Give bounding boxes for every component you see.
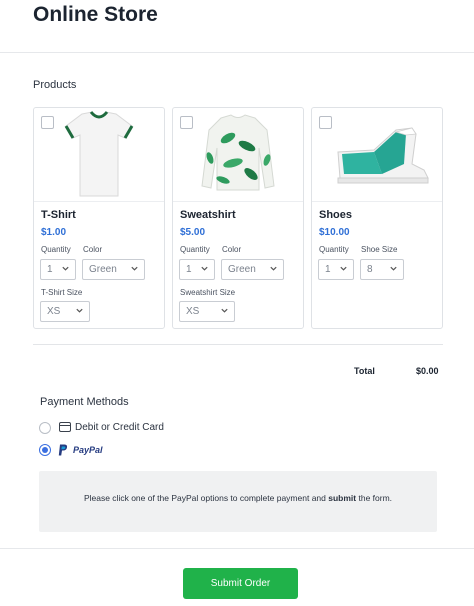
card-payment-radio[interactable] (39, 422, 51, 434)
page-header: Online Store (0, 0, 474, 53)
submit-order-button[interactable]: Submit Order (183, 568, 298, 599)
paypal-logo-icon (58, 444, 68, 456)
product-select-checkbox[interactable] (41, 116, 54, 129)
size-value: XS (47, 306, 61, 317)
store-title: Online Store (33, 3, 158, 26)
color-label: Color (222, 245, 242, 254)
quantity-label: Quantity (180, 245, 210, 254)
size-value: XS (186, 306, 200, 317)
product-name: Shoes (319, 209, 353, 221)
color-value: Green (228, 264, 256, 275)
product-name: T-Shirt (41, 209, 76, 221)
product-card-shoes: Shoes $10.00 Quantity 1 Shoe Size 8 (311, 107, 443, 329)
size-label: T-Shirt Size (41, 288, 83, 297)
quantity-label: Quantity (319, 245, 349, 254)
payment-methods-title: Payment Methods (40, 396, 129, 408)
product-card-sweatshirt: Sweatshirt $5.00 Quantity 1 Color Green … (172, 107, 304, 329)
size-label: Sweatshirt Size (180, 288, 236, 297)
notice-text-end: the form. (356, 493, 393, 503)
color-value: Green (89, 264, 117, 275)
section-divider (33, 344, 443, 345)
color-select[interactable]: Green (82, 259, 145, 280)
total-label: Total (354, 366, 375, 376)
quantity-select[interactable]: 1 (318, 259, 354, 280)
product-price: $5.00 (180, 227, 206, 238)
shoe-size-value: 8 (367, 264, 373, 275)
size-select[interactable]: XS (179, 301, 235, 322)
product-select-checkbox[interactable] (319, 116, 332, 129)
product-select-checkbox[interactable] (180, 116, 193, 129)
paypal-notice: Please click one of the PayPal options t… (39, 471, 437, 532)
paypal-label[interactable]: PayPal (73, 445, 103, 455)
paypal-radio[interactable] (39, 444, 51, 456)
credit-card-icon (59, 422, 71, 432)
size-select[interactable]: XS (40, 301, 90, 322)
chevron-down-icon (201, 266, 208, 271)
quantity-value: 1 (325, 264, 331, 275)
products-label: Products (33, 79, 77, 91)
chevron-down-icon (131, 266, 138, 271)
notice-text-start: Please click one of the PayPal options t… (83, 493, 329, 503)
quantity-select[interactable]: 1 (40, 259, 76, 280)
chevron-down-icon (62, 266, 69, 271)
chevron-down-icon (76, 308, 83, 313)
product-card-tshirt: T-Shirt $1.00 Quantity 1 Color Green T-S… (33, 107, 165, 329)
shoe-size-select[interactable]: 8 (360, 259, 404, 280)
quantity-value: 1 (47, 264, 53, 275)
notice-text-bold: submit (328, 493, 357, 503)
product-price: $10.00 (319, 227, 350, 238)
card-payment-label[interactable]: Debit or Credit Card (75, 422, 164, 433)
footer-divider (0, 548, 474, 549)
quantity-value: 1 (186, 264, 192, 275)
color-select[interactable]: Green (221, 259, 284, 280)
chevron-down-icon (390, 266, 397, 271)
quantity-label: Quantity (41, 245, 71, 254)
chevron-down-icon (221, 308, 228, 313)
notice-text: Please click one of the PayPal options t… (39, 493, 437, 503)
chevron-down-icon (270, 266, 277, 271)
total-value: $0.00 (416, 366, 439, 376)
product-name: Sweatshirt (180, 209, 236, 221)
shoe-size-label: Shoe Size (361, 245, 398, 254)
quantity-select[interactable]: 1 (179, 259, 215, 280)
chevron-down-icon (340, 266, 347, 271)
color-label: Color (83, 245, 103, 254)
product-price: $1.00 (41, 227, 67, 238)
